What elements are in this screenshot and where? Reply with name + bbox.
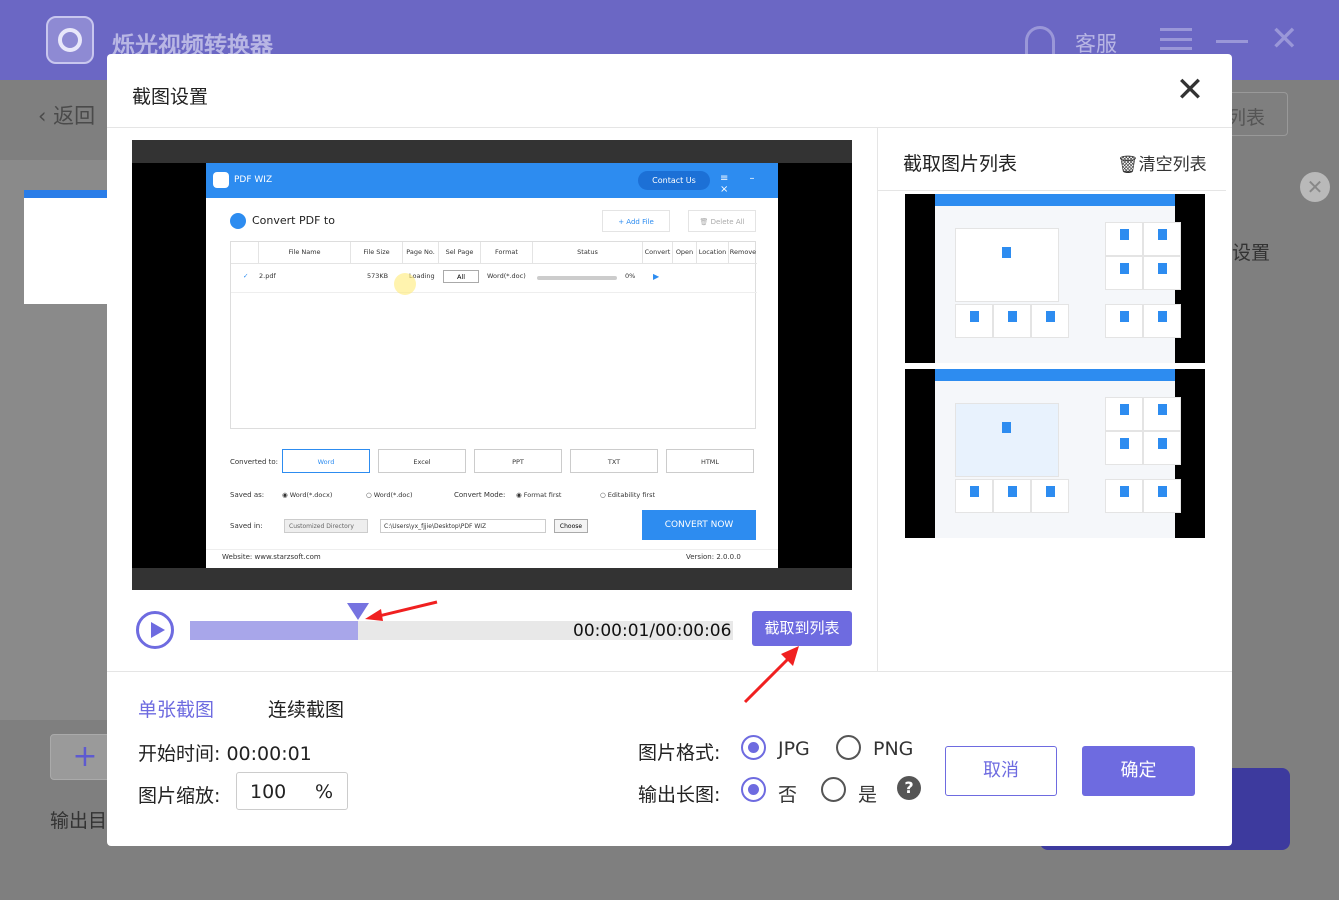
radio-long-yes[interactable] [821,777,846,802]
captured-thumbnail[interactable] [905,369,1205,538]
preview-back-icon [230,213,246,229]
time-readout: 00:00:01/00:00:06 [573,621,732,641]
app-close-icon[interactable]: ✕ [1270,22,1299,56]
preview-heading: Convert PDF to [252,214,335,227]
start-time: 开始时间: 00:00:01 [138,743,312,765]
bg-video-thumb [24,190,112,304]
cancel-button[interactable]: 取消 [945,746,1057,796]
clear-list-button[interactable]: 🗑清空列表 [1117,150,1207,175]
bg-output-label: 输出目 [50,810,108,832]
preview-table: File Name File Size Page No. Sel Page Fo… [230,241,757,429]
radio-jpg[interactable] [741,735,766,760]
scale-label: 图片缩放: [138,785,221,807]
radio-jpg-label[interactable]: JPG [778,738,810,760]
captured-thumbnail[interactable] [905,194,1205,363]
annotation-arrow [743,646,799,704]
divider [107,127,1232,128]
scale-unit: % [315,781,334,803]
radio-png[interactable] [836,735,861,760]
video-preview: PDF WIZ Contact Us ≡ – × Convert PDF to … [132,140,852,590]
capture-to-list-button[interactable]: 截取到列表 [752,611,852,646]
scale-value[interactable]: 100 [250,781,286,803]
radio-long-no-label[interactable]: 否 [778,780,797,807]
radio-long-no[interactable] [741,777,766,802]
trash-icon: 🗑 [1117,155,1139,175]
preview-delete-all: 🗑 Delete All [688,210,756,232]
ok-button[interactable]: 确定 [1082,746,1195,796]
headset-icon[interactable] [1025,26,1055,54]
radio-long-yes-label[interactable]: 是 [858,780,877,807]
preview-frame: PDF WIZ Contact Us ≡ – × Convert PDF to … [206,163,778,568]
preview-window-controls: ≡ – × [720,173,764,195]
play-icon[interactable] [136,611,174,649]
divider [107,671,1232,672]
back-button[interactable]: ‹ 返回 [38,100,95,130]
long-image-label: 输出长图: [638,784,721,806]
timeline-progress [190,621,358,640]
help-icon[interactable]: ? [897,776,921,800]
preview-app-name: PDF WIZ [234,175,273,185]
divider [878,190,1226,191]
format-label: 图片格式: [638,742,721,764]
minimize-icon[interactable] [1216,40,1248,43]
pdfwiz-logo-icon [213,172,229,188]
preview-add-file: + Add File [602,210,670,232]
preview-contact: Contact Us [638,171,710,190]
close-icon[interactable]: ✕ [1175,73,1205,107]
tab-continuous-capture[interactable]: 连续截图 [268,695,344,722]
annotation-arrow [365,600,438,621]
cursor-highlight [394,273,416,295]
app-logo-icon [46,16,94,64]
bg-setting-label[interactable]: 设置 [1232,238,1270,265]
radio-png-label[interactable]: PNG [873,738,913,760]
dialog-title: 截图设置 [132,86,209,108]
list-title: 截取图片列表 [903,153,1018,175]
screenshot-settings-dialog: 截图设置 ✕ PDF WIZ Contact Us ≡ – × Convert … [107,54,1232,846]
divider [877,128,878,671]
menu-icon[interactable] [1160,28,1192,50]
bg-remove-icon[interactable]: ✕ [1300,172,1330,202]
tab-single-capture[interactable]: 单张截图 [138,695,214,722]
